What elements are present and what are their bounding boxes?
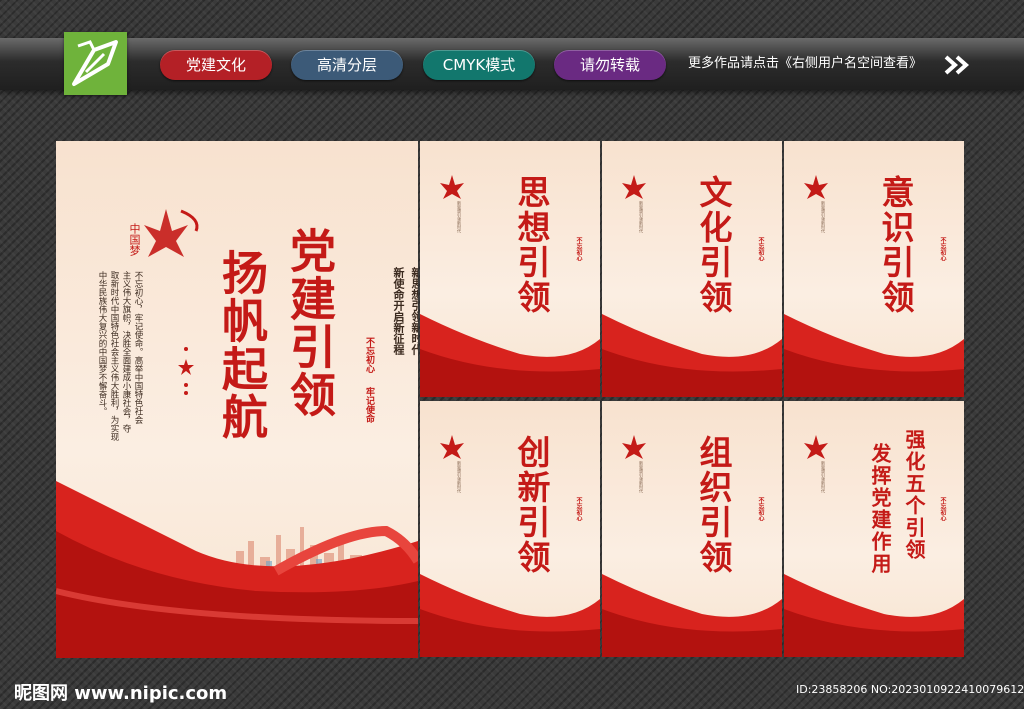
poster-title: 创新引领 — [512, 435, 551, 575]
body-text: 新思想引领新时代 — [639, 461, 644, 493]
poster-awareness: 意识引领 不忘初心 新思想引领新时代 — [784, 141, 964, 397]
red-ribbon-decoration — [420, 574, 600, 657]
body-text: 新思想引领新时代 — [457, 461, 462, 493]
poster-innovation: 创新引领 不忘初心 新思想引领新时代 — [420, 401, 600, 657]
tag-hd-layers[interactable]: 高清分层 — [291, 50, 403, 80]
seal-stamp: 不忘初心 — [939, 237, 946, 261]
body-col: 主义伟大旗帜，决胜全面建成小康社会，夺 — [121, 271, 131, 433]
china-dream-logo — [622, 175, 646, 199]
red-ribbon-decoration — [602, 574, 782, 657]
star-divider-icon — [178, 347, 194, 395]
main-poster: 中国梦 党建引领 扬帆起航 新思想引领新时代 新使命开启新征程 不忘初心，牢记使… — [56, 141, 418, 658]
red-ribbon-decoration — [602, 314, 782, 397]
body-text: 新思想引领新时代 — [821, 461, 826, 493]
china-dream-logo — [804, 435, 828, 459]
poster-thought: 思想引领 不忘初心 新思想引领新时代 — [420, 141, 600, 397]
slogan-line: 新思想引领新时代 — [410, 267, 418, 355]
body-text: 不忘初心，牢记使命。高举中国特色社会 主义伟大旗帜，决胜全面建成小康社会，夺 取… — [96, 271, 143, 461]
poster-title: 组织引领 — [694, 435, 733, 575]
body-col: 中华民族伟大复兴的中国梦不懈奋斗。 — [97, 271, 107, 416]
china-dream-logo — [440, 175, 464, 199]
seal-stamp-b: 牢记使命 — [364, 387, 374, 423]
china-dream-logo: 中国梦 — [126, 201, 206, 261]
body-text: 新思想引领新时代 — [821, 201, 826, 233]
site-watermark: 昵图网 www.nipic.com — [14, 683, 228, 704]
poster-title: 文化引领 — [694, 175, 733, 315]
seal-stamp: 不忘初心 — [939, 497, 946, 521]
poster-title-b: 发挥党建作用 — [868, 443, 892, 575]
tag-cmyk[interactable]: CMYK模式 — [423, 50, 535, 80]
seal-stamp: 不忘初心 — [757, 237, 764, 261]
china-dream-logo — [622, 435, 646, 459]
body-text: 新思想引领新时代 — [639, 201, 644, 233]
poster-title-a: 强化五个引领 — [902, 429, 926, 561]
red-ribbon-decoration — [784, 574, 964, 657]
seal-stamp: 不忘初心 — [575, 237, 582, 261]
seal-stamp: 不忘初心 — [575, 497, 582, 521]
poster-title: 意识引领 — [876, 175, 915, 315]
double-arrow-icon[interactable] — [944, 55, 970, 75]
more-works-link[interactable]: 更多作品请点击《右侧用户名空间查看》 — [688, 53, 922, 75]
seal-stamp: 不忘初心 — [757, 497, 764, 521]
body-text: 新思想引领新时代 — [457, 201, 462, 233]
slogan-columns: 新思想引领新时代 新使命开启新征程 — [166, 267, 418, 355]
poster-title: 思想引领 — [512, 175, 551, 315]
logo-icon[interactable] — [64, 32, 127, 95]
tag-no-repost[interactable]: 请勿转载 — [554, 50, 666, 80]
body-col: 不忘初心，牢记使命。高举中国特色社会 — [133, 271, 143, 424]
body-col: 取新时代中国特色社会主义伟大胜利，为实现 — [109, 271, 119, 441]
logo-text: 中国梦 — [128, 223, 141, 256]
seal-stamp-a: 不忘初心 — [364, 337, 374, 373]
red-ribbon-decoration — [420, 314, 600, 397]
slogan-line: 新使命开启新征程 — [392, 267, 405, 355]
tag-party-culture[interactable]: 党建文化 — [160, 50, 272, 80]
red-ribbon-decoration — [784, 314, 964, 397]
red-ribbon-decoration — [56, 481, 418, 658]
poster-culture: 文化引领 不忘初心 新思想引领新时代 — [602, 141, 782, 397]
image-id: ID:23858206 NO:20230109224100796122 — [796, 683, 1024, 696]
china-dream-logo — [440, 435, 464, 459]
poster-five-leads: 强化五个引领 发挥党建作用 不忘初心 新思想引领新时代 — [784, 401, 964, 657]
poster-organization: 组织引领 不忘初心 新思想引领新时代 — [602, 401, 782, 657]
china-dream-logo — [804, 175, 828, 199]
